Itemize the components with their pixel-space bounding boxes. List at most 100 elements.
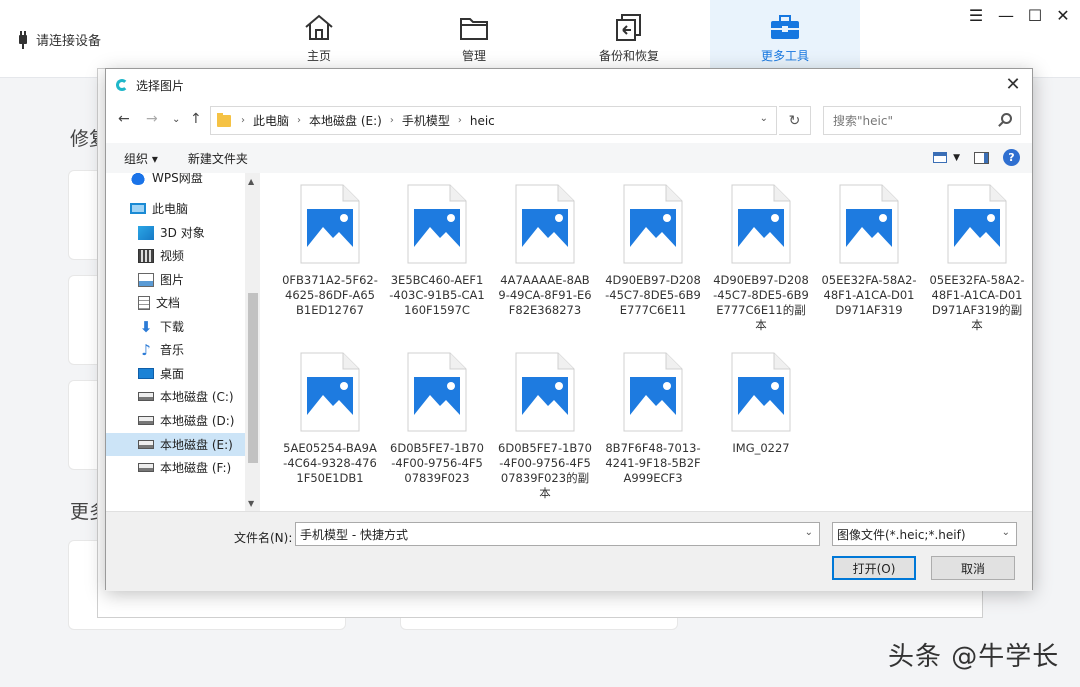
search-icon — [1001, 113, 1012, 124]
sidebar-item-label: 本地磁盘 (C:) — [160, 390, 234, 404]
sidebar-item[interactable]: 图片 — [106, 268, 246, 291]
file-name: IMG_0227 — [732, 441, 790, 455]
dialog-title: 选择图片 — [136, 78, 185, 93]
image-file-icon — [622, 183, 684, 265]
folder-icon — [217, 112, 231, 127]
search-placeholder: 搜索"heic" — [833, 114, 893, 128]
nav-home[interactable]: 主页 — [244, 0, 394, 70]
sidebar-item[interactable]: 文档 — [106, 291, 246, 314]
file-name: 05EE32FA-58A2-48F1-A1CA-D01D971AF319的副本 — [929, 273, 1025, 332]
file-item[interactable]: 6D0B5FE7-1B70-4F00-9756-4F507839F023 — [387, 341, 487, 486]
address-row: ← → ⌄ ↑ › 此电脑 › 本地磁盘 (E:) › 手机模型 › heic … — [106, 103, 1032, 139]
sidebar-item[interactable]: 本地磁盘 (C:) — [106, 385, 246, 408]
image-file-icon — [514, 183, 576, 265]
filename-input[interactable]: 手机模型 - 快捷方式 ⌄ — [295, 522, 820, 546]
chevron-down-icon[interactable]: ⌄ — [805, 527, 813, 538]
file-item[interactable]: 05EE32FA-58A2-48F1-A1CA-D01D971AF319 — [819, 173, 919, 318]
dialog-toolbar: 组织 ▾ 新建文件夹 ▼ ? — [106, 143, 1032, 173]
window-close-button[interactable]: ✕ — [1052, 6, 1074, 25]
sidebar-item-label: 下载 — [160, 320, 185, 334]
filetype-select[interactable]: 图像文件(*.heic;*.heif) ⌄ — [832, 522, 1017, 546]
sidebar-item[interactable]: 桌面 — [106, 362, 246, 385]
refresh-button[interactable]: ↻ — [779, 106, 811, 135]
nav-manage[interactable]: 管理 — [399, 0, 549, 70]
open-button[interactable]: 打开(O) — [832, 556, 916, 580]
forward-arrow-icon[interactable]: → — [146, 111, 158, 127]
image-file-icon — [406, 351, 468, 433]
up-arrow-icon[interactable]: ↑ — [190, 111, 202, 127]
sidebar-item[interactable]: 3D 对象 — [106, 221, 246, 244]
sidebar-item-label: WPS网盘 — [152, 173, 203, 185]
nav-backup-label: 备份和恢复 — [598, 49, 659, 63]
file-name: 6D0B5FE7-1B70-4F00-9756-4F507839F023的副本 — [498, 441, 592, 500]
address-bar[interactable]: › 此电脑 › 本地磁盘 (E:) › 手机模型 › heic ⌄ — [210, 106, 777, 135]
new-folder-button[interactable]: 新建文件夹 — [188, 150, 248, 167]
sidebar-item[interactable]: ⬇ 下载 — [106, 315, 246, 338]
chevron-down-icon[interactable]: ▼ — [953, 153, 960, 163]
breadcrumb-item[interactable]: 手机模型 — [402, 112, 450, 129]
file-item[interactable]: 5AE05254-BA9A-4C64-9328-4761F50E1DB1 — [280, 341, 380, 486]
file-item[interactable]: 6D0B5FE7-1B70-4F00-9756-4F507839F023的副本 — [495, 341, 595, 501]
image-file-icon — [514, 351, 576, 433]
file-item[interactable]: 05EE32FA-58A2-48F1-A1CA-D01D971AF319的副本 — [927, 173, 1027, 333]
sidebar-item[interactable]: 本地磁盘 (E:) — [106, 433, 246, 456]
home-icon — [305, 14, 333, 40]
drive-icon — [138, 392, 154, 401]
breadcrumb-item[interactable]: 本地磁盘 (E:) — [309, 112, 382, 129]
nav-more-tools[interactable]: 更多工具 — [710, 0, 860, 70]
file-item[interactable]: 0FB371A2-5F62-4625-86DF-A65B1ED12767 — [280, 173, 380, 318]
sidebar-item[interactable]: 本地磁盘 (D:) — [106, 409, 246, 432]
sidebar-item-label: 此电脑 — [152, 202, 189, 216]
file-item[interactable]: 4D90EB97-D208-45C7-8DE5-6B9E777C6E11的副本 — [711, 173, 811, 333]
sidebar-item-label: 文档 — [156, 296, 181, 310]
scroll-down-icon[interactable]: ▼ — [248, 499, 254, 508]
file-item[interactable]: 8B7F6F48-7013-4241-9F18-5B2FA999ECF3 — [603, 341, 703, 486]
filetype-value: 图像文件(*.heic;*.heif) — [837, 527, 966, 542]
image-file-icon — [946, 183, 1008, 265]
app-header: 请连接设备 主页 管理 备份和恢复 更多工具 ☰ — ☐ ✕ — [0, 0, 1080, 78]
dialog-titlebar: 选择图片 ✕ — [106, 69, 1032, 101]
sidebar-item[interactable]: 视频 — [106, 244, 246, 267]
dialog-footer: 文件名(N): 手机模型 - 快捷方式 ⌄ 图像文件(*.heic;*.heif… — [106, 511, 1032, 591]
pictures-icon — [138, 272, 154, 287]
maximize-button[interactable]: ☐ — [1024, 6, 1046, 25]
breadcrumb-item[interactable]: 此电脑 — [253, 112, 289, 129]
file-item[interactable]: 4D90EB97-D208-45C7-8DE5-6B9E777C6E11 — [603, 173, 703, 318]
file-item[interactable]: IMG_0227 — [711, 341, 811, 456]
minimize-button[interactable]: — — [995, 6, 1017, 25]
back-arrow-icon[interactable]: ← — [118, 111, 130, 127]
scroll-up-icon[interactable]: ▲ — [248, 177, 254, 186]
sidebar-item-label: 音乐 — [160, 343, 185, 357]
cancel-button[interactable]: 取消 — [931, 556, 1015, 580]
dialog-close-button[interactable]: ✕ — [1002, 74, 1024, 95]
search-input[interactable]: 搜索"heic" — [823, 106, 1021, 135]
chevron-down-icon[interactable]: ⌄ — [1002, 527, 1010, 538]
sidebar-scroll-thumb[interactable] — [248, 293, 258, 463]
documents-icon — [138, 295, 150, 310]
nav-backup[interactable]: 备份和恢复 — [554, 0, 704, 70]
image-file-icon — [406, 183, 468, 265]
preview-pane-icon[interactable] — [974, 151, 989, 164]
recent-dropdown-icon[interactable]: ⌄ — [172, 114, 180, 125]
image-file-icon — [622, 351, 684, 433]
chevron-right-icon: › — [241, 115, 245, 126]
file-item[interactable]: 3E5BC460-AEF1-403C-91B5-CA1160F1597C — [387, 173, 487, 318]
sidebar-item[interactable]: ♪ 音乐 — [106, 338, 246, 361]
breadcrumb-item[interactable]: heic — [470, 114, 495, 128]
filename-value: 手机模型 - 快捷方式 — [300, 527, 408, 542]
sidebar-item[interactable]: 此电脑 — [106, 197, 246, 220]
menu-button[interactable]: ☰ — [965, 6, 987, 25]
view-options-icon[interactable] — [933, 152, 948, 163]
app-logo-icon — [116, 79, 128, 91]
sidebar-item[interactable]: WPS网盘 — [106, 173, 246, 189]
chevron-right-icon: › — [457, 115, 462, 126]
file-name: 0FB371A2-5F62-4625-86DF-A65B1ED12767 — [282, 273, 378, 317]
help-icon[interactable]: ? — [1003, 149, 1020, 166]
file-item[interactable]: 4A7AAAAE-8AB9-49CA-8F91-E6F82E368273 — [495, 173, 595, 318]
organize-button[interactable]: 组织 ▾ — [124, 150, 158, 167]
filename-label: 文件名(N): — [234, 531, 293, 545]
sidebar-item[interactable]: 本地磁盘 (F:) — [106, 456, 246, 479]
computer-icon — [130, 203, 146, 214]
nav-manage-label: 管理 — [461, 49, 486, 63]
chevron-down-icon[interactable]: ⌄ — [760, 113, 768, 124]
